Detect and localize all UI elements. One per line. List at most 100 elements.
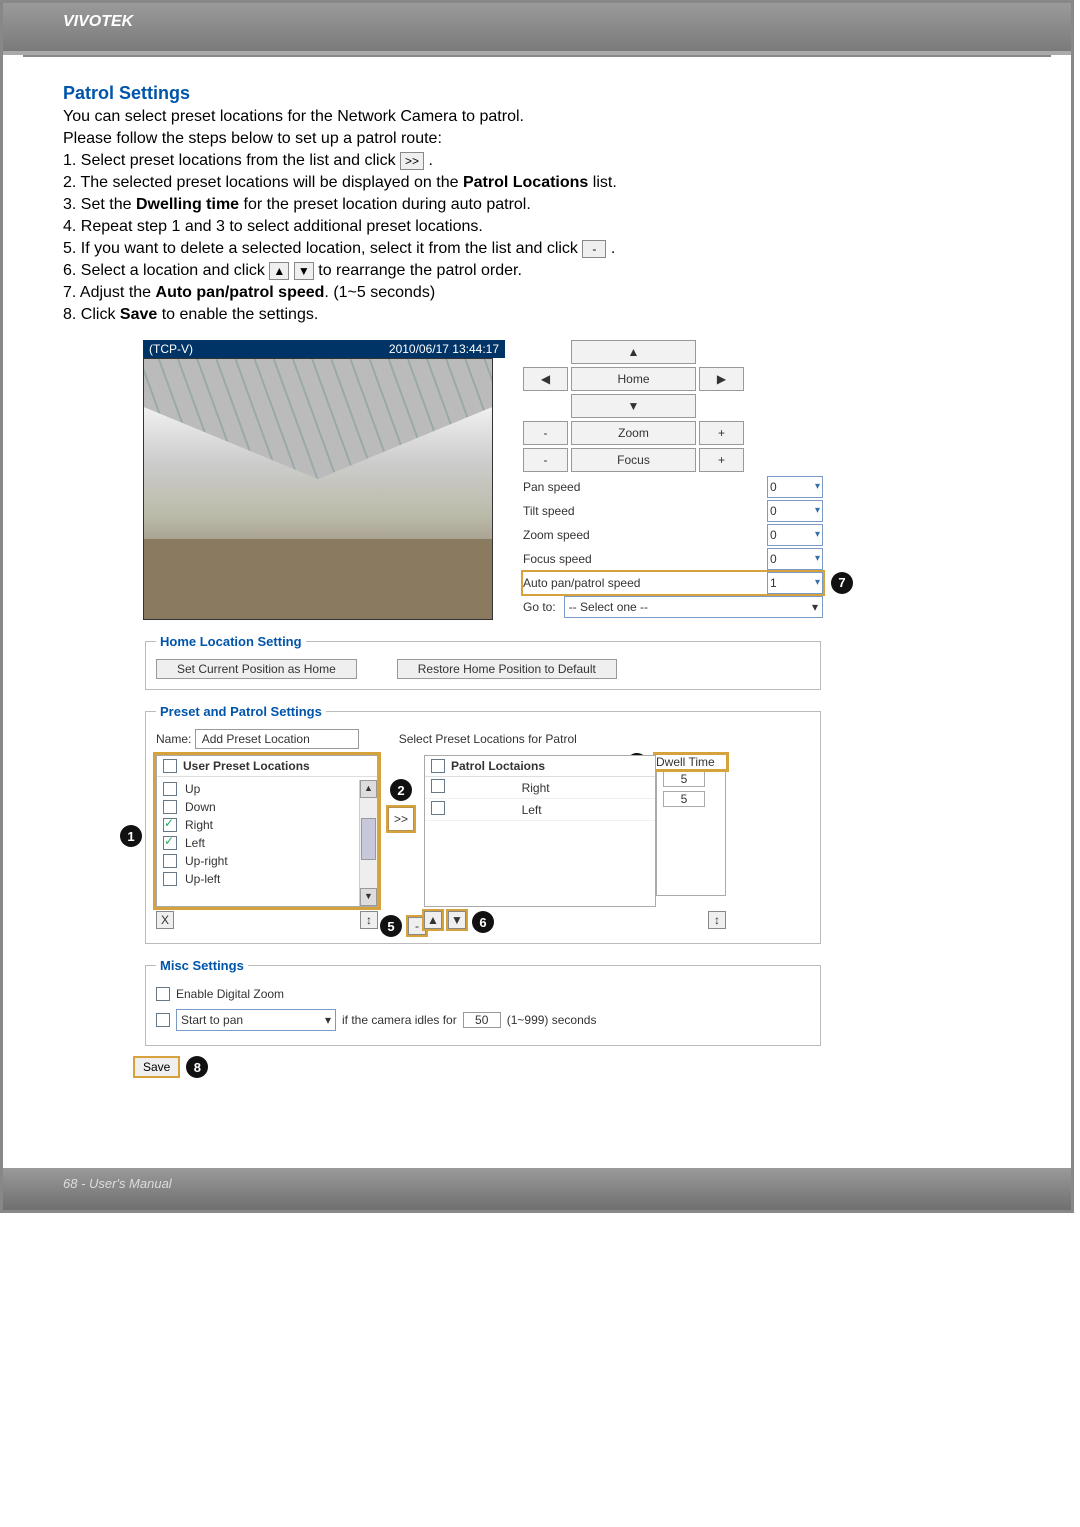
misc-settings-legend: Misc Settings — [156, 958, 248, 973]
warehouse-floor-graphic — [144, 539, 492, 619]
checkbox[interactable] — [163, 759, 177, 773]
scroll-thumb[interactable] — [361, 818, 376, 860]
idle-seconds-input[interactable]: 50 — [463, 1012, 501, 1028]
checkbox[interactable] — [163, 872, 177, 886]
list-item[interactable]: Left — [157, 834, 359, 852]
save-button[interactable]: Save — [133, 1056, 180, 1078]
focus-far-button[interactable]: + — [699, 448, 744, 472]
checkbox[interactable] — [431, 759, 445, 773]
zoom-in-button[interactable]: + — [699, 421, 744, 445]
pan-speed-select[interactable]: 0▾ — [767, 476, 823, 498]
preset-patrol-fieldset: Preset and Patrol Settings Name: Add Pre… — [145, 704, 821, 944]
list-item[interactable]: Up — [157, 780, 359, 798]
user-preset-list[interactable]: User Preset Locations UpDownRightLeftUp-… — [156, 755, 378, 907]
up-icon: ▲ — [269, 262, 289, 280]
auto-speed-row: Auto pan/patrol speed 1▾ 7 — [523, 572, 823, 594]
footer-text: 68 - User's Manual — [63, 1176, 172, 1191]
stream-name: (TCP-V) — [149, 342, 193, 356]
scroll-up-icon[interactable]: ▲ — [360, 780, 377, 798]
checkbox[interactable] — [431, 801, 445, 815]
video-column: (TCP-V) 2010/06/17 13:44:17 — [143, 340, 505, 620]
callout-2: 2 — [390, 779, 412, 801]
video-title-bar: (TCP-V) 2010/06/17 13:44:17 — [143, 340, 505, 358]
set-home-button[interactable]: Set Current Position as Home — [156, 659, 357, 679]
step-2: 2. The selected preset locations will be… — [63, 172, 1011, 194]
screenshot-region: (TCP-V) 2010/06/17 13:44:17 ▲ ◀ Home ▶ — [143, 340, 823, 1046]
preset-name-input[interactable]: Add Preset Location — [195, 729, 359, 749]
home-location-legend: Home Location Setting — [156, 634, 306, 649]
add-to-patrol-button[interactable]: >> — [388, 807, 414, 831]
goto-row: Go to: -- Select one --▾ — [523, 596, 823, 618]
pan-right-button[interactable]: ▶ — [699, 367, 744, 391]
intro-line-2: Please follow the steps below to set up … — [63, 128, 1011, 150]
list-item[interactable]: Right — [425, 777, 655, 799]
list-item[interactable]: Right — [157, 816, 359, 834]
move-down-button[interactable]: ▼ — [448, 911, 466, 929]
step-5: 5. If you want to delete a selected loca… — [63, 238, 1011, 260]
list-item[interactable]: Left — [425, 799, 655, 821]
chevron-down-icon: ▾ — [815, 500, 820, 522]
select-preset-label: Select Preset Locations for Patrol — [399, 732, 577, 746]
page-content: Patrol Settings You can select preset lo… — [3, 57, 1071, 1108]
checkbox[interactable] — [163, 800, 177, 814]
callout-7: 7 — [831, 572, 853, 594]
auto-speed-select[interactable]: 1▾ — [767, 572, 823, 594]
zoom-out-button[interactable]: - — [523, 421, 568, 445]
instructions: You can select preset locations for the … — [63, 106, 1011, 326]
scroll-down-icon[interactable]: ▼ — [360, 888, 377, 906]
list-item[interactable]: Up-right — [157, 852, 359, 870]
preset-name-row: Name: Add Preset Location — [156, 729, 359, 749]
checkbox[interactable] — [431, 779, 445, 793]
step-8: 8. Click Save to enable the settings. — [63, 304, 1011, 326]
move-up-button[interactable]: ▲ — [424, 911, 442, 929]
step-1: 1. Select preset locations from the list… — [63, 150, 1011, 172]
step-7: 7. Adjust the Auto pan/patrol speed. (1~… — [63, 282, 1011, 304]
idle-action-select[interactable]: Start to pan▾ — [176, 1009, 336, 1031]
chevron-down-icon: ▾ — [815, 548, 820, 570]
zoom-speed-row: Zoom speed 0▾ — [523, 524, 823, 546]
page-footer: 68 - User's Manual — [3, 1168, 1071, 1210]
preset-patrol-legend: Preset and Patrol Settings — [156, 704, 326, 719]
callout-8: 8 — [186, 1056, 208, 1078]
zoom-speed-select[interactable]: 0▾ — [767, 524, 823, 546]
tilt-up-button[interactable]: ▲ — [571, 340, 696, 364]
home-button[interactable]: Home — [571, 367, 696, 391]
checkbox[interactable] — [163, 782, 177, 796]
sort-patrol-button[interactable]: ↕ — [708, 911, 726, 929]
list-item[interactable]: Down — [157, 798, 359, 816]
callout-5: 5 — [380, 915, 402, 937]
checkbox[interactable] — [163, 818, 177, 832]
remove-icon: - — [582, 240, 606, 258]
brand: VIVOTEK — [63, 13, 133, 30]
page-header: VIVOTEK — [3, 3, 1071, 55]
patrol-locations-list[interactable]: Patrol Loctaions RightLeft — [424, 755, 656, 907]
restore-home-button[interactable]: Restore Home Position to Default — [397, 659, 617, 679]
chevron-down-icon: ▾ — [815, 572, 820, 594]
checkbox[interactable] — [163, 854, 177, 868]
focus-near-button[interactable]: - — [523, 448, 568, 472]
chevron-down-icon: ▾ — [815, 476, 820, 498]
intro-line-1: You can select preset locations for the … — [63, 106, 1011, 128]
pan-left-button[interactable]: ◀ — [523, 367, 568, 391]
tilt-down-button[interactable]: ▼ — [571, 394, 696, 418]
delete-preset-button[interactable]: X — [156, 911, 174, 929]
callout-6: 6 — [472, 911, 494, 933]
list-item[interactable]: Up-left — [157, 870, 359, 888]
tilt-speed-select[interactable]: 0▾ — [767, 500, 823, 522]
forward-icon: >> — [400, 152, 424, 170]
pan-speed-row: Pan speed 0▾ — [523, 476, 823, 498]
ptz-panel: ▲ ◀ Home ▶ ▼ - Zoom + - Focus + Pan spe — [523, 340, 823, 620]
focus-speed-select[interactable]: 0▾ — [767, 548, 823, 570]
goto-select[interactable]: -- Select one --▾ — [564, 596, 823, 618]
video-preview[interactable] — [143, 358, 493, 620]
sort-preset-button[interactable]: ↕ — [360, 911, 378, 929]
dwell-time-input[interactable]: 5 — [663, 771, 705, 787]
dwell-time-input[interactable]: 5 — [663, 791, 705, 807]
scrollbar[interactable]: ▲ ▼ — [359, 780, 377, 906]
checkbox[interactable] — [163, 836, 177, 850]
step-3: 3. Set the Dwelling time for the preset … — [63, 194, 1011, 216]
idle-action-checkbox[interactable] — [156, 1013, 170, 1027]
misc-settings-fieldset: Misc Settings Enable Digital Zoom Start … — [145, 958, 821, 1046]
down-icon: ▼ — [294, 262, 314, 280]
enable-zoom-checkbox[interactable] — [156, 987, 170, 1001]
